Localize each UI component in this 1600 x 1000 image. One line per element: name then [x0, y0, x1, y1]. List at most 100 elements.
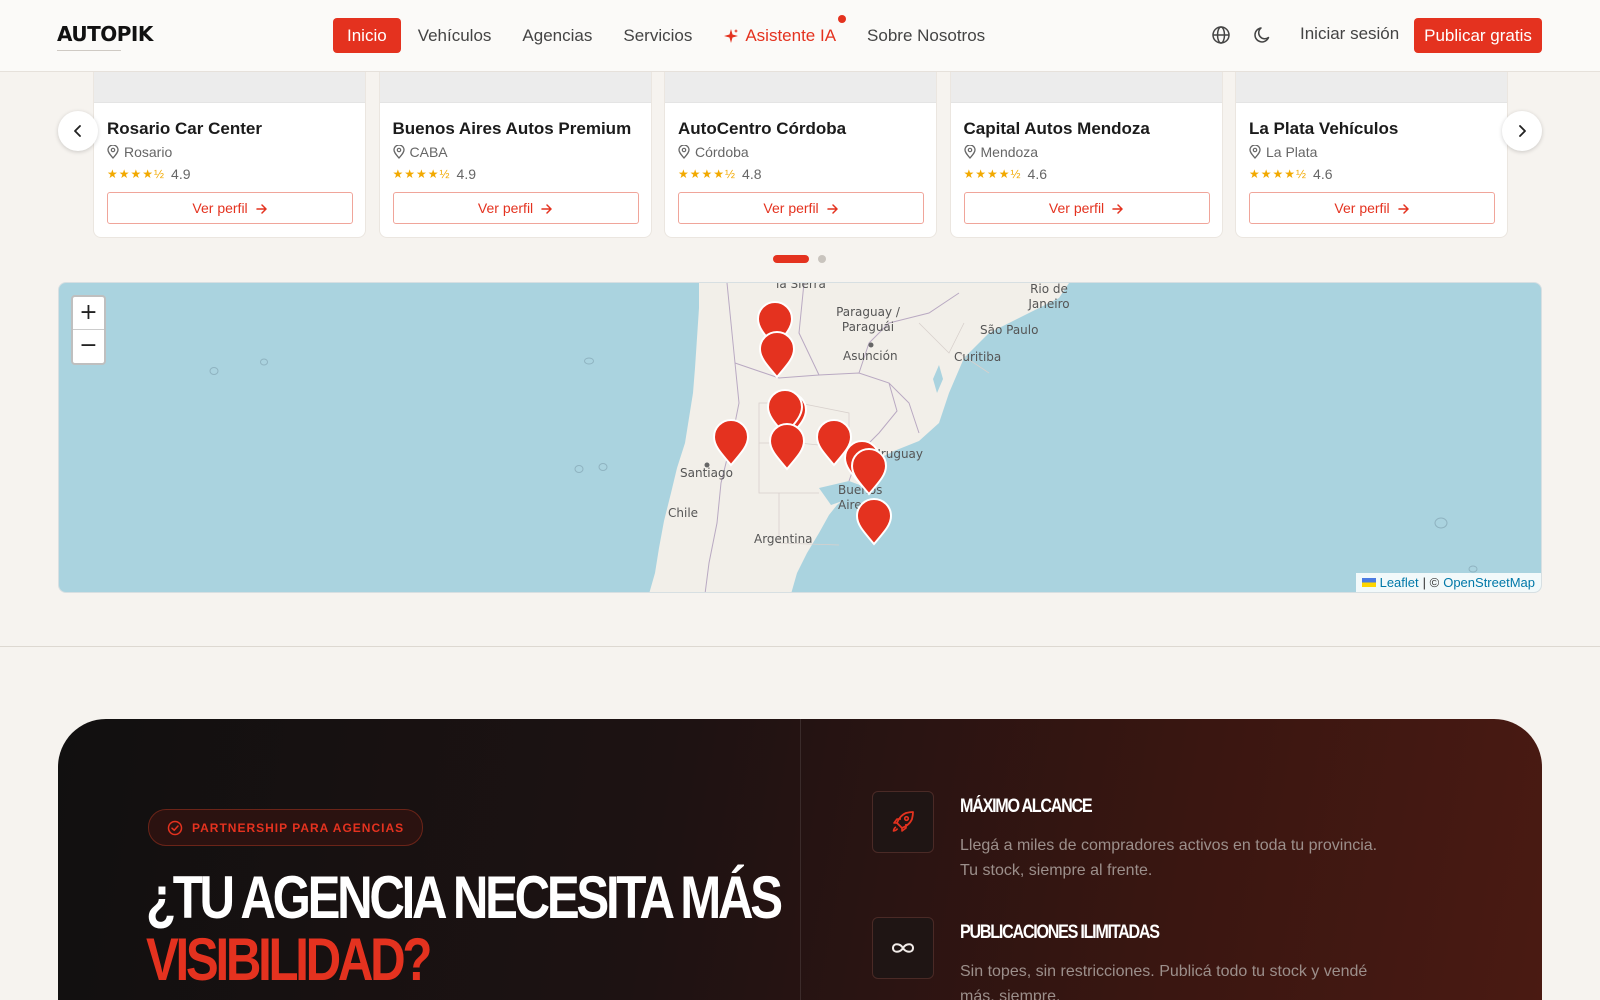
nav-item-inicio[interactable]: Inicio — [333, 18, 401, 53]
publish-free-button[interactable]: Publicar gratis — [1414, 18, 1542, 53]
agency-name[interactable]: Capital Autos Mendoza — [964, 119, 1150, 139]
view-profile-button[interactable]: Ver perfil — [963, 192, 1210, 224]
feature-icon-box — [872, 791, 934, 853]
section-divider — [0, 646, 1600, 647]
login-link[interactable]: Iniciar sesión — [1300, 24, 1399, 44]
rating-value: 4.9 — [171, 166, 191, 182]
arrow-right-icon — [1397, 204, 1409, 214]
nav-item-vehiculos[interactable]: Vehículos — [404, 18, 506, 53]
agencies-map[interactable]: la Sierra Paraguay / Paraguái Asunción R… — [58, 282, 1542, 593]
agency-card[interactable]: Capital Autos Mendoza Mendoza ★★★★½ 4.6 Ver … — [949, 72, 1223, 238]
logo-underline — [57, 50, 121, 51]
agency-card[interactable]: Rosario Car Center Rosario ★★★★½ 4.9 Ver per… — [93, 72, 366, 238]
map-pin-icon — [1249, 145, 1261, 159]
nav-item-servicios[interactable]: Servicios — [609, 18, 706, 53]
map-marker[interactable] — [851, 448, 887, 495]
map-pin-icon — [392, 145, 405, 159]
agency-rating: ★★★★½ 4.9 — [107, 166, 191, 182]
agency-card[interactable]: AutoCentro Córdoba Córdoba ★★★★½ 4.8 Ver per… — [664, 72, 937, 238]
map-marker[interactable] — [769, 423, 805, 470]
zoom-out-button[interactable]: − — [73, 330, 104, 363]
feature-description: Llegá a miles de compradores activos en … — [960, 837, 1378, 879]
agency-card[interactable]: La Plata Vehículos La Plata ★★★★½ 4.6 Ver pe… — [1235, 72, 1508, 238]
map-zoom-control: + − — [71, 295, 106, 365]
arrow-right-icon — [541, 204, 552, 214]
nav-item-label: Asistente IA — [745, 26, 837, 45]
agency-card-image — [1236, 72, 1507, 103]
arrow-right-icon — [1112, 204, 1123, 214]
carousel-dot-1[interactable] — [773, 255, 809, 263]
nav-item-sobre-nosotros[interactable]: Sobre Nosotros — [853, 18, 999, 53]
map-pin-icon — [107, 145, 119, 159]
carousel-pagination — [773, 255, 826, 263]
star-rating-icon: ★★★★½ — [392, 167, 451, 181]
agency-card-image — [950, 72, 1222, 103]
logo[interactable]: AUTOPIK — [57, 22, 153, 46]
carousel-next-button[interactable] — [1502, 111, 1542, 151]
promo-heading: ¿TU AGENCIA NECESITA MÁS VISIBILIDAD? — [146, 867, 783, 993]
agency-location: La Plata — [1249, 144, 1317, 160]
site-header: AUTOPIK Inicio Vehículos Agencias Servic… — [0, 0, 1600, 72]
agency-name[interactable]: AutoCentro Córdoba — [678, 119, 846, 139]
agency-name[interactable]: La Plata Vehículos — [1249, 119, 1398, 139]
leaflet-link[interactable]: Leaflet — [1380, 575, 1419, 590]
zoom-in-button[interactable]: + — [73, 297, 104, 330]
nav-item-asistente-ia[interactable]: Asistente IA — [709, 15, 850, 53]
notification-dot — [838, 15, 847, 23]
view-profile-label: Ver perfil — [763, 200, 819, 216]
view-profile-label: Ver perfil — [1334, 200, 1390, 216]
view-profile-button[interactable]: Ver perfil — [392, 192, 639, 224]
feature-title: PUBLICACIONES ILIMITADAS — [960, 922, 1160, 943]
nav-item-agencias[interactable]: Agencias — [508, 18, 606, 53]
infinity-icon — [891, 943, 915, 953]
rocket-icon — [892, 811, 914, 832]
arrow-right-icon — [255, 204, 267, 214]
agency-rating: ★★★★½ 4.8 — [678, 166, 762, 182]
chevron-right-icon — [1519, 125, 1526, 137]
map-marker[interactable] — [759, 331, 795, 378]
star-rating-icon: ★★★★½ — [678, 167, 737, 181]
star-rating-icon: ★★★★½ — [1249, 167, 1308, 181]
agency-name[interactable]: Buenos Aires Autos Premium — [393, 119, 632, 139]
map-pin-icon — [963, 145, 976, 159]
view-profile-label: Ver perfil — [1048, 200, 1105, 216]
agency-rating: ★★★★½ 4.6 — [964, 166, 1048, 182]
agency-card[interactable]: Buenos Aires Autos Premium CABA ★★★★½ 4.9 Ve… — [378, 72, 652, 238]
rating-value: 4.6 — [1027, 166, 1048, 182]
arrow-right-icon — [826, 204, 838, 214]
agency-location: CABA — [392, 144, 448, 160]
agency-rating: ★★★★½ 4.6 — [1249, 166, 1333, 182]
view-profile-button[interactable]: Ver perfil — [1249, 192, 1495, 224]
view-profile-label: Ver perfil — [192, 200, 248, 216]
agency-rating: ★★★★½ 4.9 — [393, 166, 477, 182]
carousel-dot-2[interactable] — [818, 255, 826, 263]
map-markers — [713, 301, 892, 545]
agency-card-image — [379, 72, 651, 103]
view-profile-label: Ver perfil — [477, 200, 534, 216]
map-marker[interactable] — [856, 498, 892, 545]
star-rating-icon: ★★★★½ — [963, 167, 1022, 181]
sparkle-icon — [724, 28, 739, 43]
promo-heading-line2: VISIBILIDAD? — [146, 926, 432, 993]
section-split-line — [800, 719, 801, 1000]
chevron-left-icon — [74, 125, 81, 137]
moon-icon[interactable] — [1253, 25, 1273, 45]
agency-location-label: La Plata — [1266, 144, 1318, 160]
carousel-prev-button[interactable] — [58, 111, 98, 151]
feature-description: Sin topes, sin restricciones. Publicá to… — [960, 963, 1368, 1000]
feature-icon-box — [872, 917, 934, 979]
rating-value: 4.9 — [456, 166, 477, 182]
view-profile-button[interactable]: Ver perfil — [107, 192, 353, 224]
map-attribution: Leaflet | © OpenStreetMap — [1355, 573, 1541, 592]
agency-carousel: Rosario Car Center Rosario ★★★★½ 4.9 Ver per… — [93, 72, 1508, 238]
rating-value: 4.8 — [742, 166, 762, 182]
openstreetmap-link[interactable]: OpenStreetMap — [1443, 575, 1535, 590]
agency-name[interactable]: Rosario Car Center — [107, 119, 262, 139]
attribution-separator: | © — [1422, 575, 1440, 590]
globe-icon[interactable] — [1211, 25, 1231, 45]
map-marker[interactable] — [713, 419, 749, 466]
view-profile-button[interactable]: Ver perfil — [678, 192, 924, 224]
agency-location: Rosario — [107, 144, 172, 160]
rating-value: 4.6 — [1313, 166, 1333, 182]
main-nav: Inicio Vehículos Agencias Servicios Asis… — [333, 15, 1002, 53]
